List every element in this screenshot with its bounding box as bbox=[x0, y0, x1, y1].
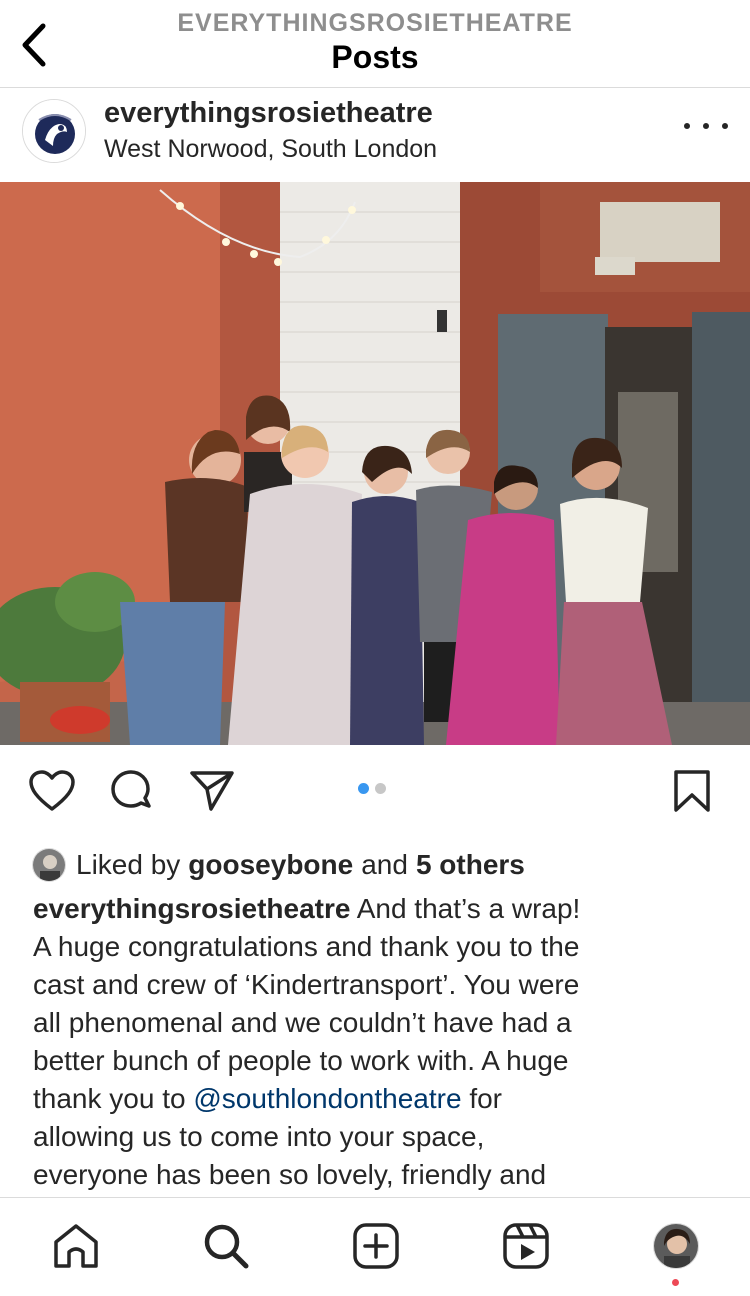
plus-square-icon bbox=[353, 1223, 399, 1269]
caption-text: thank you to bbox=[33, 1083, 186, 1114]
caption-text: for bbox=[469, 1083, 502, 1114]
top-header: EVERYTHINGSROSIETHEATRE Posts bbox=[0, 0, 750, 88]
profile-avatar bbox=[653, 1223, 699, 1269]
post-username[interactable]: everythingsrosietheatre bbox=[104, 97, 433, 130]
caption-line: everythingsrosietheatre And that’s a wra… bbox=[33, 890, 723, 928]
heart-icon bbox=[29, 770, 75, 811]
post-actions bbox=[0, 745, 750, 837]
more-dot bbox=[722, 123, 728, 129]
tab-profile[interactable] bbox=[650, 1220, 702, 1272]
more-options-button[interactable] bbox=[684, 111, 728, 141]
caption-mention[interactable]: @southlondontheatre bbox=[193, 1083, 461, 1114]
tab-home[interactable] bbox=[50, 1220, 102, 1272]
caption-line: better bunch of people to work with. A h… bbox=[33, 1045, 569, 1076]
search-icon bbox=[204, 1224, 249, 1269]
tab-reels[interactable] bbox=[500, 1220, 552, 1272]
carousel-dot bbox=[358, 783, 369, 794]
post-photo[interactable] bbox=[0, 182, 750, 745]
bookmark-icon bbox=[674, 770, 710, 812]
caption-line: thank you to @southlondontheatre for bbox=[33, 1080, 723, 1118]
caption-line: all phenomenal and we couldn’t have had … bbox=[33, 1007, 572, 1038]
more-dot bbox=[703, 123, 709, 129]
caption-line: allowing us to come into your space, bbox=[33, 1121, 485, 1152]
tab-create[interactable] bbox=[350, 1220, 402, 1272]
bottom-tab-bar bbox=[0, 1197, 750, 1296]
caption-author[interactable]: everythingsrosietheatre bbox=[33, 893, 350, 924]
home-icon bbox=[54, 1224, 98, 1268]
carousel-dot bbox=[375, 783, 386, 794]
comment-button[interactable] bbox=[108, 767, 156, 815]
likes-summary[interactable]: Liked by gooseybone and 5 others bbox=[32, 846, 525, 884]
likes-others-count[interactable]: 5 others bbox=[416, 849, 525, 881]
page-title: Posts bbox=[331, 39, 419, 75]
caption-line: everyone has been so lovely, friendly an… bbox=[33, 1159, 547, 1190]
save-button[interactable] bbox=[668, 767, 716, 815]
carousel-indicator bbox=[358, 783, 386, 794]
likes-and: and bbox=[361, 849, 408, 880]
post-header: everythingsrosietheatre West Norwood, So… bbox=[0, 89, 750, 181]
more-horizontal-icon bbox=[684, 123, 690, 129]
caption-line: A huge congratulations and thank you to … bbox=[33, 931, 580, 962]
liker-username[interactable]: gooseybone bbox=[188, 849, 353, 881]
notification-dot bbox=[672, 1279, 679, 1286]
caption-line: cast and crew of ‘Kindertransport’. You … bbox=[33, 969, 580, 1000]
post-location[interactable]: West Norwood, South London bbox=[104, 135, 437, 164]
send-icon bbox=[190, 771, 234, 811]
like-button[interactable] bbox=[28, 767, 76, 815]
likes-prefix: Liked by bbox=[76, 849, 181, 880]
liker-avatar bbox=[32, 848, 66, 882]
caption-text: And that’s a wrap! bbox=[356, 893, 581, 924]
post-caption: everythingsrosietheatre And that’s a wra… bbox=[33, 890, 723, 1194]
comment-icon bbox=[111, 770, 151, 808]
header-account-name: EVERYTHINGSROSIETHEATRE bbox=[177, 9, 573, 37]
header-titles: EVERYTHINGSROSIETHEATRE Posts bbox=[0, 8, 750, 76]
reels-icon bbox=[503, 1223, 549, 1269]
tab-search[interactable] bbox=[200, 1220, 252, 1272]
account-avatar[interactable] bbox=[22, 99, 86, 163]
share-button[interactable] bbox=[188, 767, 236, 815]
